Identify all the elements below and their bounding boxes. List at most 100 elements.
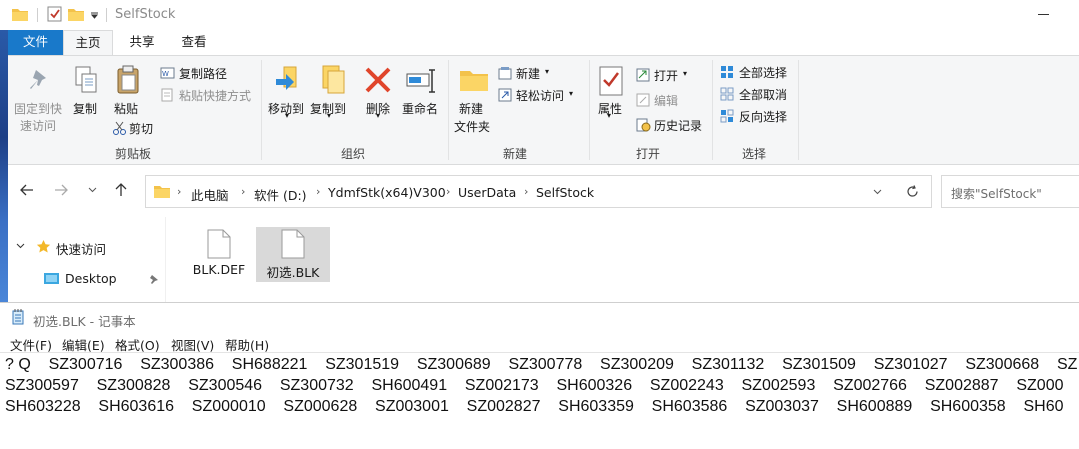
select-all-icon bbox=[721, 66, 733, 78]
new-item-dropdown-icon[interactable]: ▾ bbox=[545, 67, 549, 76]
tab-file[interactable]: 文件 bbox=[8, 30, 63, 55]
up-arrow-icon[interactable] bbox=[115, 183, 127, 197]
breadcrumb-userdata[interactable]: UserData bbox=[458, 185, 516, 200]
file-list: BLK.DEF 初选.BLK bbox=[165, 217, 1079, 302]
tab-view[interactable]: 查看 bbox=[171, 30, 217, 55]
edit-icon bbox=[636, 93, 650, 107]
back-arrow-icon[interactable] bbox=[20, 184, 34, 196]
paste-shortcut-button[interactable]: 粘贴快捷方式 bbox=[179, 87, 251, 104]
new-group-label: 新建 bbox=[502, 147, 527, 161]
delete-icon bbox=[365, 67, 391, 93]
forward-arrow-icon[interactable] bbox=[54, 184, 68, 196]
file-item[interactable]: BLK.DEF bbox=[182, 227, 256, 282]
select-none-button[interactable]: 全部取消 bbox=[739, 86, 787, 103]
invert-selection-button[interactable]: 反向选择 bbox=[739, 108, 787, 125]
new-item-icon bbox=[498, 67, 512, 80]
rename-button[interactable]: 重命名 bbox=[402, 100, 438, 117]
breadcrumb-drive[interactable]: 软件 (D:) bbox=[254, 185, 307, 204]
new-folder-icon[interactable] bbox=[68, 7, 84, 21]
copy-to-dropdown-icon[interactable]: ▾ bbox=[327, 111, 331, 120]
pin-icon bbox=[30, 70, 46, 89]
group-separator bbox=[261, 60, 262, 160]
properties-check-icon[interactable] bbox=[47, 6, 62, 22]
cut-button[interactable]: 剪切 bbox=[129, 120, 153, 137]
new-folder-button[interactable]: 新建 bbox=[459, 100, 483, 117]
invert-selection-icon bbox=[720, 109, 734, 123]
pin-icon[interactable] bbox=[149, 274, 159, 284]
copy-button[interactable]: 复制 bbox=[73, 100, 97, 117]
search-placeholder: 搜索"SelfStock" bbox=[951, 187, 1042, 201]
breadcrumb-chevron-icon[interactable]: › bbox=[241, 185, 245, 198]
paste-button[interactable]: 粘贴 bbox=[114, 100, 138, 117]
edit-button[interactable]: 编辑 bbox=[654, 92, 678, 109]
expand-chevron-icon[interactable] bbox=[16, 243, 25, 249]
history-icon bbox=[636, 118, 651, 132]
properties-icon bbox=[599, 66, 623, 96]
notepad-window: 初选.BLK - 记事本 文件(F) 编辑(E) 格式(O) 视图(V) 帮助(… bbox=[0, 302, 1079, 449]
delete-dropdown-icon[interactable]: ▾ bbox=[376, 111, 380, 120]
navigation-pane: 快速访问 Desktop bbox=[8, 217, 165, 302]
move-to-dropdown-icon[interactable]: ▾ bbox=[285, 111, 289, 120]
group-separator bbox=[712, 60, 713, 160]
breadcrumb-chevron-icon[interactable]: › bbox=[316, 185, 320, 198]
file-icon bbox=[281, 229, 305, 259]
easy-access-icon bbox=[498, 88, 512, 102]
open-button[interactable]: 打开 bbox=[654, 67, 678, 84]
star-icon bbox=[36, 240, 51, 253]
select-group-label: 选择 bbox=[741, 147, 766, 161]
notepad-text-area[interactable]: ? Q SZ300716 SZ300386 SH688221 SZ301519 … bbox=[0, 352, 1079, 449]
history-button[interactable]: 历史记录 bbox=[654, 117, 702, 134]
copy-to-icon bbox=[322, 65, 345, 94]
new-folder-button-line2: 文件夹 bbox=[454, 120, 491, 134]
pin-quick-access-button[interactable]: 固定到快 bbox=[14, 100, 62, 117]
properties-dropdown-icon[interactable]: ▾ bbox=[607, 111, 611, 120]
copy-path-button[interactable]: 复制路径 bbox=[179, 65, 227, 82]
minimize-icon[interactable] bbox=[1038, 14, 1049, 15]
address-bar[interactable]: › 此电脑 › 软件 (D:) › YdmfStk(x64)V300 › Use… bbox=[145, 175, 932, 208]
easy-access-dropdown-icon[interactable]: ▾ bbox=[569, 89, 573, 98]
notepad-icon bbox=[12, 309, 24, 325]
qat-divider bbox=[106, 8, 107, 22]
nav-desktop[interactable]: Desktop bbox=[65, 271, 117, 286]
open-dropdown-icon[interactable]: ▾ bbox=[683, 69, 687, 78]
search-input[interactable]: 搜索"SelfStock" bbox=[941, 175, 1079, 208]
text-line: SH603228 SH603616 SZ000010 SZ000628 SZ00… bbox=[5, 398, 1064, 415]
open-icon bbox=[636, 68, 650, 82]
breadcrumb-selfstock[interactable]: SelfStock bbox=[536, 185, 594, 200]
select-all-button[interactable]: 全部选择 bbox=[739, 64, 787, 81]
breadcrumb-this-pc[interactable]: 此电脑 bbox=[191, 185, 229, 204]
group-separator bbox=[798, 60, 799, 160]
window-title: SelfStock bbox=[115, 7, 176, 22]
desktop-icon bbox=[44, 273, 59, 284]
nav-quick-access[interactable]: 快速访问 bbox=[56, 239, 106, 258]
file-icon bbox=[207, 229, 231, 259]
folder-icon bbox=[12, 9, 28, 21]
file-name: 初选.BLK bbox=[266, 265, 320, 280]
easy-access-button[interactable]: 轻松访问 bbox=[516, 87, 564, 104]
new-item-button[interactable]: 新建 bbox=[516, 65, 540, 82]
recent-locations-chevron-icon[interactable] bbox=[88, 187, 97, 193]
address-row: › 此电脑 › 软件 (D:) › YdmfStk(x64)V300 › Use… bbox=[8, 165, 1079, 217]
tab-home[interactable]: 主页 bbox=[63, 30, 113, 56]
breadcrumb-chevron-icon[interactable]: › bbox=[524, 185, 528, 198]
move-to-icon bbox=[276, 66, 297, 90]
breadcrumb-chevron-icon[interactable]: › bbox=[177, 185, 181, 198]
breadcrumb-chevron-icon[interactable]: › bbox=[446, 185, 450, 198]
text-line: SZ300597 SZ300828 SZ300546 SZ300732 SH60… bbox=[5, 377, 1064, 394]
svg-text:W: W bbox=[162, 70, 169, 78]
file-explorer-window: SelfStock 文件 主页 共享 查看 固定到快 速访问 复制 粘贴 W 复… bbox=[0, 0, 1079, 302]
qat-dropdown-icon[interactable] bbox=[90, 11, 99, 19]
clipboard-group-label: 剪贴板 bbox=[114, 147, 151, 161]
folder-icon bbox=[154, 186, 170, 198]
copy-path-icon: W bbox=[160, 67, 175, 79]
text-line: ? Q SZ300716 SZ300386 SH688221 SZ301519 … bbox=[5, 356, 1078, 373]
scissors-icon bbox=[113, 121, 126, 135]
breadcrumb-ydmfstk[interactable]: YdmfStk(x64)V300 bbox=[328, 185, 446, 200]
file-item-selected[interactable]: 初选.BLK bbox=[256, 227, 330, 282]
new-folder-large-icon bbox=[460, 71, 488, 91]
copy-icon bbox=[75, 66, 97, 93]
file-name: BLK.DEF bbox=[192, 262, 246, 277]
refresh-icon[interactable] bbox=[906, 185, 919, 198]
address-history-chevron-icon[interactable] bbox=[873, 189, 882, 195]
tab-share[interactable]: 共享 bbox=[119, 30, 165, 55]
